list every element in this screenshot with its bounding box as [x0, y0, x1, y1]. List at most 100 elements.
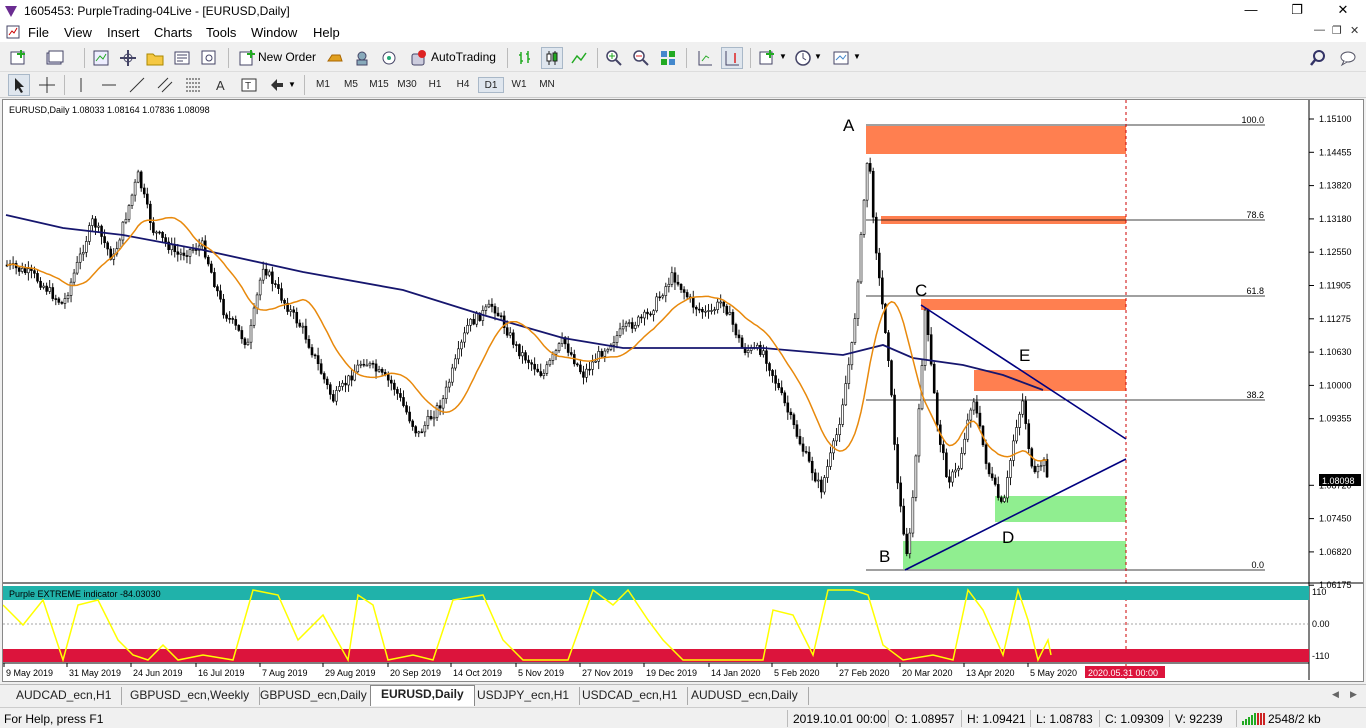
candle-body [731, 311, 735, 325]
menu-view[interactable]: View [64, 25, 92, 40]
new-chart-button[interactable] [8, 47, 30, 69]
timeframe-h4[interactable]: H4 [450, 77, 476, 93]
auto-scroll-button[interactable] [721, 47, 743, 69]
new-order-icon-button[interactable] [236, 47, 258, 69]
search-button[interactable] [1307, 47, 1329, 69]
chart-window[interactable]: 100.0 78.6 61.8 38.2 0.0 A B C D E EURUS… [2, 99, 1364, 682]
bar-chart-button[interactable] [514, 47, 536, 69]
timeframe-m5[interactable]: M5 [338, 77, 364, 93]
candle-body [447, 381, 451, 388]
timeframe-m15[interactable]: M15 [366, 77, 392, 93]
new-chart-icon [10, 50, 25, 65]
templates-dropdown-icon[interactable]: ▼ [853, 52, 861, 61]
autotrading-icon-button[interactable] [407, 47, 429, 69]
strategy-tester-button[interactable] [198, 47, 220, 69]
menu-charts[interactable]: Charts [154, 25, 192, 40]
candle-body [54, 298, 58, 300]
menu-window[interactable]: Window [251, 25, 297, 40]
candle-body [823, 477, 826, 493]
tab-usdjpy-h1[interactable]: USDJPY_ecn,H1 [467, 687, 581, 705]
candle-body [694, 306, 698, 310]
navigator-button[interactable] [117, 47, 139, 69]
tile-windows-button[interactable] [657, 47, 679, 69]
indicators-dropdown-icon[interactable]: ▼ [779, 52, 787, 61]
new-order-icon [239, 50, 255, 66]
candle-body [569, 352, 573, 355]
candle-body [923, 309, 927, 366]
timeframe-h1[interactable]: H1 [422, 77, 448, 93]
price-chart[interactable]: 100.0 78.6 61.8 38.2 0.0 A B C D E EURUS… [3, 100, 1363, 681]
experts-button[interactable] [351, 47, 373, 69]
vertical-line-button[interactable] [70, 74, 92, 96]
date-tick-label: 5 Feb 2020 [774, 668, 820, 678]
mdi-restore-button[interactable]: ❐ [1332, 24, 1342, 37]
timeframe-m30[interactable]: M30 [394, 77, 420, 93]
tab-usdcad-h1[interactable]: USDCAD_ecn,H1 [572, 687, 689, 705]
mql5-market-button[interactable] [378, 47, 400, 69]
tab-audusd-daily[interactable]: AUDUSD_ecn,Daily [681, 687, 809, 705]
candle-body [606, 349, 610, 352]
timeframe-w1[interactable]: W1 [506, 77, 532, 93]
periodicity-dropdown-icon[interactable]: ▼ [814, 52, 822, 61]
new-order-button[interactable]: New Order [258, 50, 316, 64]
fib-label-100: 100.0 [1241, 115, 1264, 125]
tab-gbpusd-daily[interactable]: GBPUSD_ecn,Daily [250, 687, 378, 705]
mdi-close-button[interactable]: ✕ [1350, 24, 1359, 37]
candle-body [518, 344, 521, 357]
signals-button[interactable] [324, 47, 346, 69]
mdi-minimize-button[interactable]: — [1314, 24, 1325, 36]
profiles-icon [46, 50, 64, 65]
equidistant-channel-button[interactable] [154, 74, 176, 96]
terminal-button[interactable] [171, 47, 193, 69]
chat-button[interactable] [1337, 47, 1359, 69]
arrows-dropdown-icon[interactable]: ▼ [288, 80, 296, 89]
timeframe-d1[interactable]: D1 [478, 77, 504, 93]
minimize-button[interactable]: — [1228, 0, 1274, 22]
crosshair-button[interactable] [36, 74, 58, 96]
tab-gbpusd-weekly[interactable]: GBPUSD_ecn,Weekly [120, 687, 261, 705]
text-button[interactable]: A [210, 74, 232, 96]
trendline-button[interactable] [126, 74, 148, 96]
menu-file[interactable]: File [28, 25, 49, 40]
candle-body [829, 452, 832, 467]
zoom-out-button[interactable] [630, 47, 652, 69]
menu-insert[interactable]: Insert [107, 25, 140, 40]
candle-body [261, 268, 265, 281]
autotrading-button[interactable]: AutoTrading [431, 50, 496, 64]
candle-body [841, 404, 845, 425]
horizontal-line-button[interactable] [98, 74, 120, 96]
candle-body [856, 281, 860, 319]
text-label-button[interactable]: T [238, 74, 260, 96]
candle-body [45, 285, 48, 292]
cursor-button[interactable] [8, 74, 30, 96]
profiles-button[interactable] [44, 47, 66, 69]
timeframe-m1[interactable]: M1 [310, 77, 336, 93]
market-watch-button[interactable] [90, 47, 112, 69]
indicator-tick-0: 0.00 [1312, 619, 1330, 629]
candle-body [472, 318, 475, 325]
tabs-scroll-right-icon[interactable]: ▶ [1350, 689, 1357, 700]
standard-toolbar: New Order AutoTrading ▼ ▼ ▼ [0, 44, 1366, 72]
candle-body [847, 364, 851, 384]
close-button[interactable]: ✕ [1320, 0, 1366, 22]
menu-tools[interactable]: Tools [206, 25, 236, 40]
line-chart-button[interactable] [568, 47, 590, 69]
expert-icon [356, 51, 368, 66]
menu-help[interactable]: Help [313, 25, 340, 40]
zoom-in-button[interactable] [603, 47, 625, 69]
fibonacci-button[interactable] [182, 74, 204, 96]
arrows-button[interactable] [266, 74, 288, 96]
tab-eurusd-daily[interactable]: EURUSD,Daily [370, 685, 475, 706]
tabs-scroll-left-icon[interactable]: ◀ [1332, 689, 1339, 700]
timeframe-mn[interactable]: MN [534, 77, 560, 93]
periodicity-button[interactable] [792, 47, 814, 69]
candlestick-chart-button[interactable] [541, 47, 563, 69]
candle-body [335, 390, 338, 402]
indicators-button[interactable] [757, 47, 779, 69]
restore-button[interactable]: ❐ [1274, 0, 1320, 22]
folder-button[interactable] [144, 47, 166, 69]
templates-button[interactable] [830, 47, 852, 69]
chart-shift-button[interactable] [694, 47, 716, 69]
tab-audcad-h1[interactable]: AUDCAD_ecn,H1 [6, 687, 123, 705]
candle-body [942, 444, 945, 454]
